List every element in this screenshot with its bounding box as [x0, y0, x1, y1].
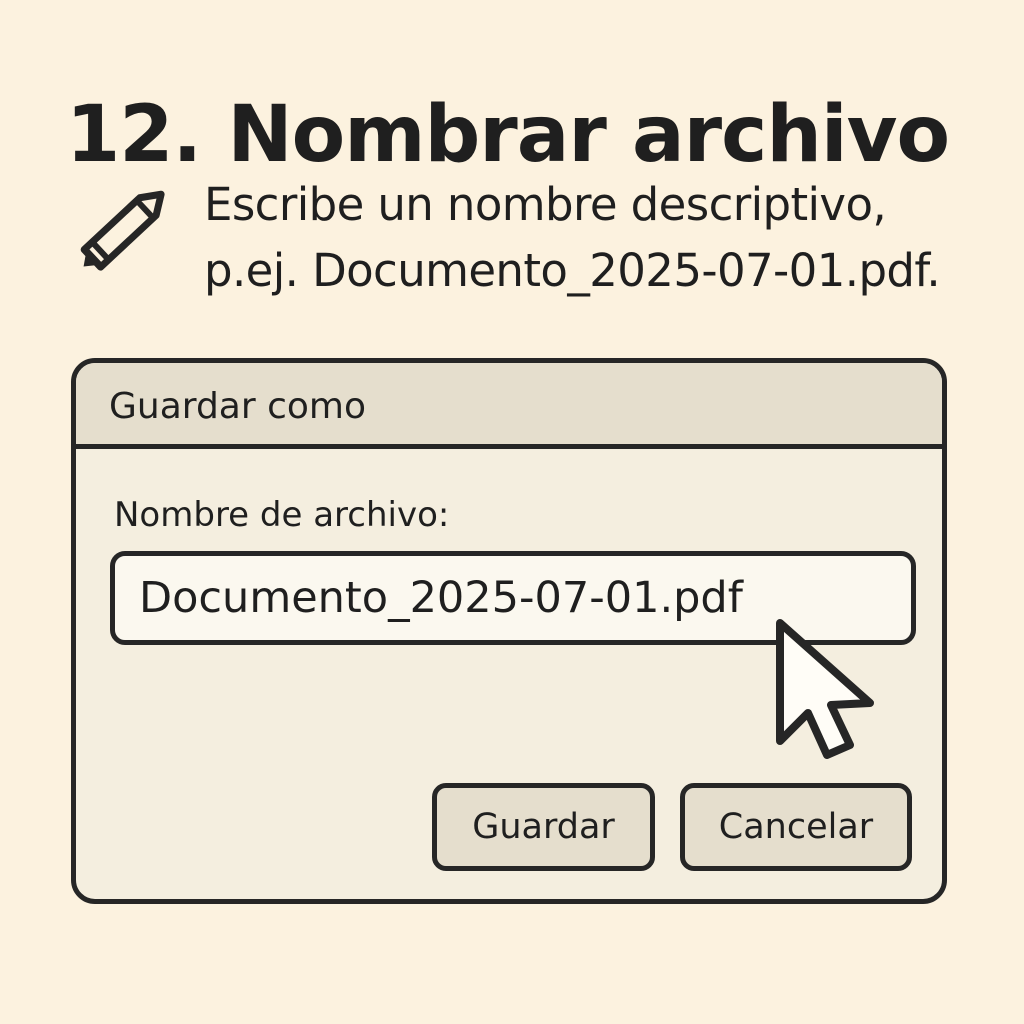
save-button[interactable]: Guardar [432, 783, 655, 871]
mouse-pointer-icon [776, 619, 874, 759]
cancel-button[interactable]: Cancelar [680, 783, 912, 871]
instruction-text: Escribe un nombre descriptivo, p.ej. Doc… [204, 172, 1014, 304]
pencil-icon [80, 190, 165, 271]
dialog-title: Guardar como [109, 386, 367, 427]
instruction-line: Escribe un nombre descriptivo, [204, 178, 887, 231]
instruction-line: p.ej. Documento_2025-07-01.pdf. [204, 244, 941, 297]
filename-label: Nombre de archivo: [114, 495, 450, 535]
save-as-dialog: Guardar como Nombre de archivo: Guardar … [71, 358, 947, 904]
step-title: 12. Nombrar archivo [66, 90, 950, 181]
